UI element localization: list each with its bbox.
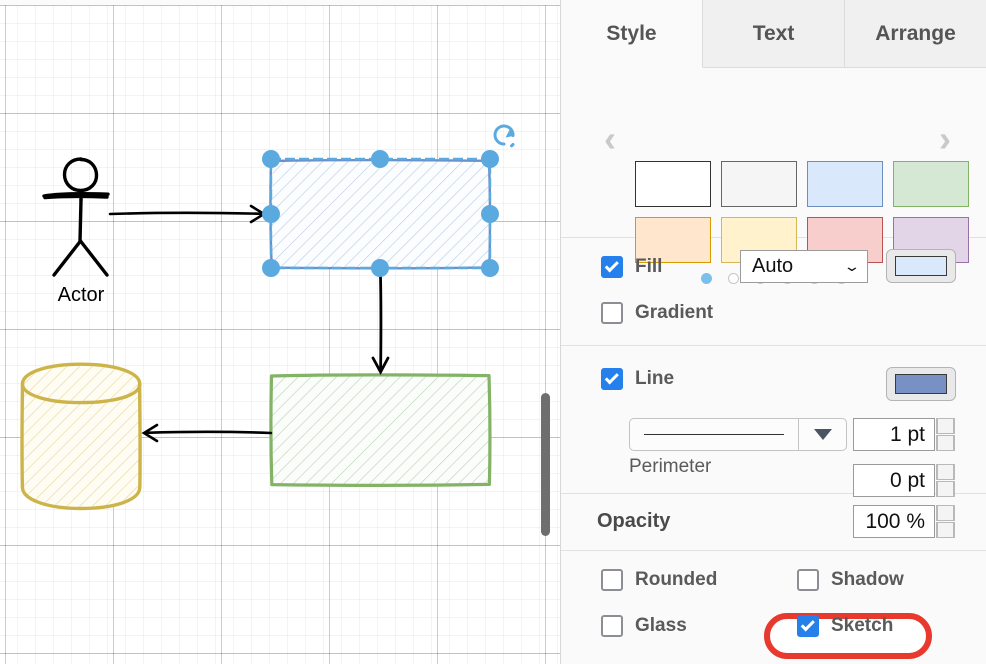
perimeter-up[interactable] [936, 464, 955, 480]
sketch-checkbox[interactable] [797, 615, 819, 637]
line-style-select[interactable] [629, 418, 847, 451]
shadow-checkbox[interactable] [797, 569, 819, 591]
shape-service-box[interactable] [271, 375, 490, 485]
chevron-down-icon: ⌄ [843, 258, 861, 275]
line-section: Line 1 pt Perimeter [561, 346, 986, 494]
connector-process-to-service[interactable] [373, 276, 388, 372]
fill-color-button[interactable] [886, 249, 956, 283]
glass-label: Glass [635, 615, 687, 637]
shape-process-box[interactable] [270, 160, 490, 268]
chevron-left-icon[interactable]: ‹ [595, 116, 625, 162]
opacity-input[interactable]: 100 % [853, 505, 935, 538]
tab-text[interactable]: Text [703, 0, 845, 68]
fill-style-value: Auto [752, 255, 793, 278]
handle-top-left [262, 150, 280, 168]
handle-top-center [371, 150, 389, 168]
opacity-up[interactable] [936, 505, 955, 521]
swatch-green[interactable] [893, 161, 969, 207]
fill-style-select[interactable]: Auto ⌄ [740, 250, 868, 283]
line-label: Line [635, 368, 674, 390]
line-width-up[interactable] [936, 418, 955, 434]
swatch-blue[interactable] [807, 161, 883, 207]
line-width-input[interactable]: 1 pt [853, 418, 935, 451]
connector-actor-to-process[interactable] [110, 206, 264, 222]
opacity-label: Opacity [597, 510, 670, 533]
fill-checkbox[interactable] [601, 256, 623, 278]
perimeter-stepper[interactable] [936, 464, 955, 497]
shadow-label: Shadow [831, 569, 904, 591]
handle-bottom-left [262, 259, 280, 277]
perimeter-value: 0 pt [890, 469, 925, 493]
vertical-scrollbar[interactable] [541, 393, 550, 536]
line-style-dropdown[interactable] [798, 419, 846, 450]
handle-bottom-center [371, 259, 389, 277]
shape-actor[interactable] [44, 159, 108, 275]
fill-label: Fill [635, 256, 662, 278]
rounded-label: Rounded [635, 569, 717, 591]
handle-middle-right [481, 205, 499, 223]
line-width-down[interactable] [936, 435, 955, 451]
line-width-value: 1 pt [890, 423, 925, 447]
handle-bottom-right [481, 259, 499, 277]
rotate-icon[interactable] [495, 126, 513, 147]
opacity-stepper[interactable] [936, 505, 955, 538]
sketch-label: Sketch [831, 615, 893, 637]
triangle-down-icon [814, 429, 832, 440]
style-palette: ‹ › [561, 68, 986, 238]
swatch-white[interactable] [635, 161, 711, 207]
gradient-checkbox[interactable] [601, 302, 623, 324]
connector-service-to-database[interactable] [144, 425, 271, 441]
chevron-right-icon[interactable]: › [930, 116, 960, 162]
shape-database-cylinder[interactable] [22, 364, 140, 509]
diagram-svg: Actor [0, 0, 560, 664]
swatch-gray[interactable] [721, 161, 797, 207]
tab-arrange[interactable]: Arrange [845, 0, 986, 68]
panel-tabbar: Style Text Arrange [561, 0, 986, 68]
handle-top-right [481, 150, 499, 168]
line-color-button[interactable] [886, 367, 956, 401]
glass-checkbox[interactable] [601, 615, 623, 637]
opacity-down[interactable] [936, 522, 955, 538]
perimeter-label: Perimeter [629, 456, 711, 478]
tab-style[interactable]: Style [561, 0, 703, 68]
rounded-checkbox[interactable] [601, 569, 623, 591]
format-panel: Style Text Arrange ‹ › [560, 0, 986, 664]
opacity-section: Opacity 100 % [561, 494, 986, 551]
handle-middle-left [262, 205, 280, 223]
effects-section: Rounded Shadow Glass Sketch [561, 551, 986, 664]
line-width-stepper[interactable] [936, 418, 955, 451]
diagram-canvas[interactable]: Actor [0, 0, 560, 664]
gradient-label: Gradient [635, 302, 713, 324]
line-style-preview [630, 434, 798, 436]
opacity-value: 100 % [865, 510, 925, 534]
line-checkbox[interactable] [601, 368, 623, 390]
shape-actor-label: Actor [58, 284, 105, 306]
perimeter-input[interactable]: 0 pt [853, 464, 935, 497]
fill-section: Fill Auto ⌄ Gradient [561, 238, 986, 346]
